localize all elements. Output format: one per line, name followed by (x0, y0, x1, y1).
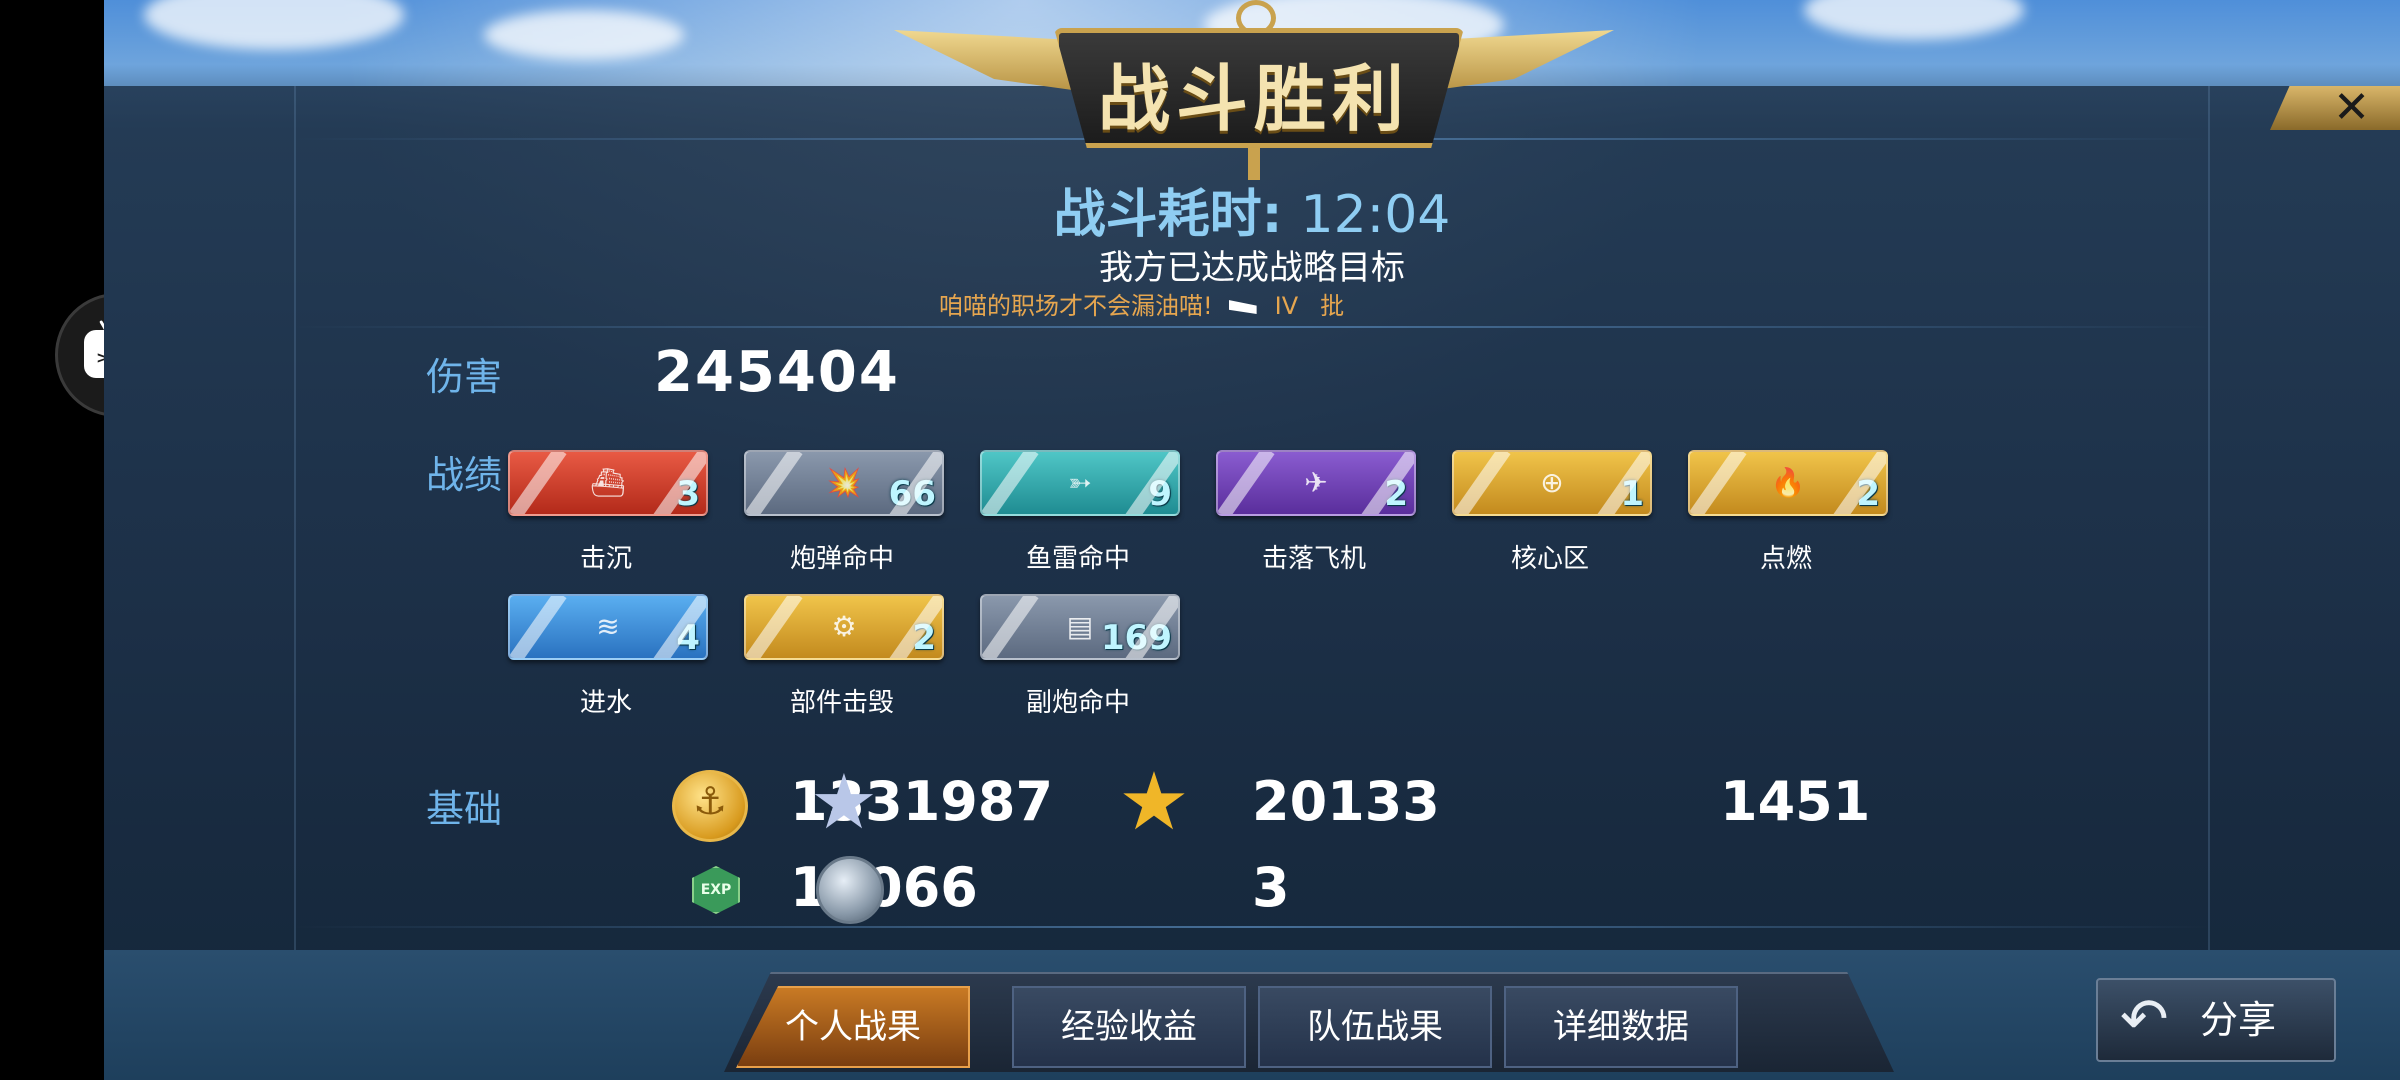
damage-value: 245404 (654, 340, 900, 405)
achievement-item: 🔥 2 点燃 (1688, 450, 1888, 574)
achievement-count: 2 (912, 618, 936, 658)
damage-label: 伤害 (426, 355, 503, 399)
gold-star-value: 1451 (1720, 770, 1871, 833)
cloud (1804, 0, 2024, 40)
share-label: 分享 (2200, 998, 2277, 1042)
record-label: 战绩 (426, 453, 503, 497)
share-button[interactable]: ↶ 分享 (2096, 978, 2336, 1062)
achievement-count: 2 (1384, 474, 1408, 514)
achievement-item: ⛴ 3 击沉 (508, 450, 708, 574)
achievement-badge: ▤ 169 (980, 594, 1180, 660)
ship-sinking-icon: ⛴ (590, 466, 626, 499)
cloud (484, 10, 684, 60)
achievement-item: ➳ 9 鱼雷命中 (980, 450, 1180, 574)
achievement-item: ▤ 169 副炮命中 (980, 594, 1180, 718)
gear-icon: ⚙ (831, 610, 857, 643)
slogan-text: 咱喵的职场才不会漏油喵! (939, 292, 1213, 320)
plane-downed-icon: ✈ (1304, 466, 1328, 499)
base-label: 基础 (426, 787, 503, 831)
achievement-count: 1 (1620, 474, 1644, 514)
flag-icon (1228, 300, 1257, 314)
batch-text: 批 (1320, 292, 1345, 320)
divider (294, 926, 2210, 928)
achievement-count: 3 (676, 474, 700, 514)
battle-time-label: 战斗耗时: (1053, 185, 1283, 245)
achievement-label: 点燃 (1759, 544, 1812, 574)
share-arrow-icon: ↶ (2120, 985, 2169, 1053)
battle-time: 战斗耗时: 12:04 (104, 172, 2400, 247)
tab-detailed-data[interactable]: 详细数据 (1504, 986, 1738, 1068)
achievement-item: ✈ 2 击落飞机 (1216, 450, 1416, 574)
achievement-item: ≋ 4 进水 (508, 594, 708, 718)
silver-star-icon: ★ (809, 757, 879, 846)
achievement-label: 部件击毁 (789, 688, 894, 718)
divider (294, 326, 2210, 328)
silver-star-value: 20133 (1252, 770, 1440, 833)
tab-exp-rewards[interactable]: 经验收益 (1012, 986, 1246, 1068)
coin-icon (672, 770, 748, 842)
achievement-count: 4 (676, 618, 700, 658)
victory-title: 战斗胜利 (1097, 57, 1410, 141)
close-icon: ✕ (2333, 82, 2370, 133)
cloud (144, 0, 404, 50)
achievement-badge: 🔥 2 (1688, 450, 1888, 516)
achievement-label: 炮弹命中 (789, 544, 894, 574)
tier-text: IV (1274, 292, 1299, 320)
achievement-badge: ⛴ 3 (508, 450, 708, 516)
achievement-badge: 💥 66 (744, 450, 944, 516)
tab-team-results[interactable]: 队伍战果 (1258, 986, 1492, 1068)
achievement-item: 💥 66 炮弹命中 (744, 450, 944, 574)
gold-star-icon: ★ (1118, 755, 1190, 848)
globe-value: 3 (1252, 856, 1290, 919)
player-slogan-row: 咱喵的职场才不会漏油喵! IV 批 (939, 286, 1344, 321)
flooding-icon: ≋ (596, 610, 620, 643)
battle-time-value: 12:04 (1300, 185, 1451, 245)
achievement-label: 核心区 (1510, 544, 1589, 574)
torpedo-icon: ➳ (1068, 466, 1092, 499)
victory-emblem: 战斗胜利 (884, 0, 1624, 190)
globe-icon (816, 856, 884, 924)
achievement-count: 9 (1148, 474, 1172, 514)
close-button[interactable]: ✕ (2270, 86, 2400, 130)
fire-icon: 🔥 (1770, 466, 1806, 499)
achievement-count: 66 (888, 474, 936, 514)
achievement-label: 击沉 (579, 544, 632, 574)
achievement-label: 副炮命中 (1025, 688, 1130, 718)
objective-text: 我方已达成战略目标 (1099, 248, 1405, 288)
achievement-badge: ⊕ 1 (1452, 450, 1652, 516)
achievement-item: ⊕ 1 核心区 (1452, 450, 1652, 574)
achievement-count: 2 (1856, 474, 1880, 514)
battle-result-screen: 战斗胜利 ✕ 战斗耗时: 12:04 我方已达成战略目标 咱喵的职场才不会漏油喵… (104, 0, 2400, 1080)
achievement-badge: ✈ 2 (1216, 450, 1416, 516)
achievement-label: 鱼雷命中 (1025, 544, 1130, 574)
achievement-badge: ➳ 9 (980, 450, 1180, 516)
achievement-item: ⚙ 2 部件击毁 (744, 594, 944, 718)
citadel-icon: ⊕ (1540, 466, 1564, 499)
achievement-label: 进水 (579, 688, 632, 718)
achievement-label: 击落飞机 (1261, 544, 1366, 574)
shell-hit-icon: 💥 (826, 466, 862, 499)
achievement-badge: ⚙ 2 (744, 594, 944, 660)
achievement-badge: ≋ 4 (508, 594, 708, 660)
system-side-strip (0, 0, 104, 1080)
achievement-count: 169 (1101, 618, 1172, 658)
